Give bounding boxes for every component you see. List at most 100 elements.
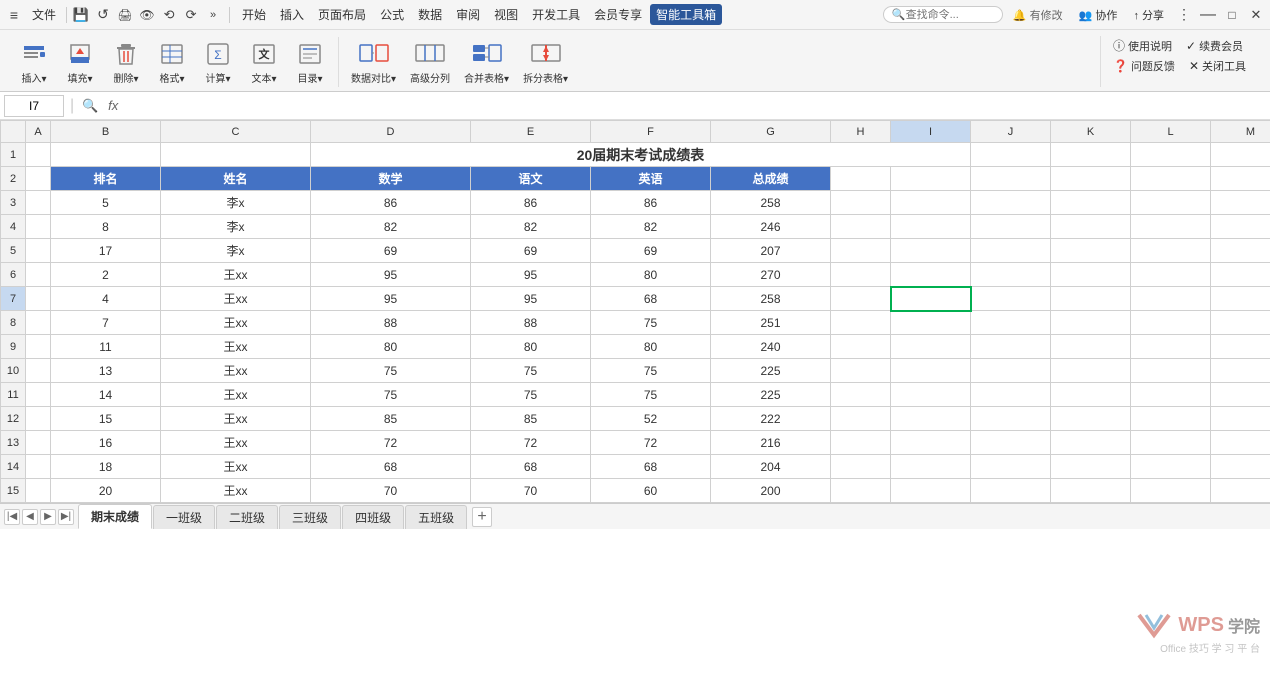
collaborate[interactable]: 👥 协作 (1073, 5, 1124, 25)
row-12-header[interactable]: 12 (1, 407, 26, 431)
search-input[interactable] (906, 9, 986, 21)
row-2-header[interactable]: 2 (1, 167, 26, 191)
maximize-icon[interactable]: □ (1222, 5, 1242, 25)
cell-H2[interactable] (831, 167, 891, 191)
tab-class1[interactable]: 一班级 (153, 505, 215, 529)
col-M[interactable]: M (1211, 121, 1270, 143)
undo2-icon[interactable]: ⟲ (159, 5, 179, 25)
cell-D2[interactable]: 数学 (311, 167, 471, 191)
cell-K2[interactable] (1051, 167, 1131, 191)
ribbon-merge-btn[interactable]: 合并表格▾ (458, 36, 515, 87)
close-icon[interactable]: ✕ (1246, 5, 1266, 25)
cell-L1[interactable] (1131, 143, 1211, 167)
col-D[interactable]: D (311, 121, 471, 143)
cell-B2[interactable]: 排名 (51, 167, 161, 191)
tab-next-btn[interactable]: ▶ (40, 509, 56, 525)
menu-review[interactable]: 审阅 (450, 4, 486, 25)
menu-insert[interactable]: 插入 (274, 4, 310, 25)
cell-M1[interactable] (1211, 143, 1270, 167)
menu-file[interactable]: 文件 (26, 4, 62, 25)
col-K[interactable]: K (1051, 121, 1131, 143)
ribbon-split-btn[interactable]: 拆分表格▾ (517, 36, 574, 87)
row-11-header[interactable]: 11 (1, 383, 26, 407)
usage-btn[interactable]: ⓘ 使用说明 (1109, 36, 1176, 55)
renew-btn[interactable]: ✓ 续费会员 (1182, 37, 1247, 55)
tab-class5[interactable]: 五班级 (405, 505, 467, 529)
tab-class4[interactable]: 四班级 (342, 505, 404, 529)
selected-cell-I7[interactable] (891, 287, 971, 311)
row-7-header[interactable]: 7 (1, 287, 26, 311)
cell-reference[interactable]: I7 (4, 95, 64, 117)
close-tool-btn[interactable]: ✕ 关闭工具 (1185, 57, 1250, 75)
tab-final-grades[interactable]: 期末成绩 (78, 504, 152, 529)
cell-K1[interactable] (1051, 143, 1131, 167)
minimize-icon[interactable]: — (1198, 5, 1218, 25)
tab-class2[interactable]: 二班级 (216, 505, 278, 529)
add-sheet-btn[interactable]: + (472, 507, 492, 527)
hamburger-icon[interactable]: ≡ (4, 5, 24, 25)
row-5-header[interactable]: 5 (1, 239, 26, 263)
tab-last-btn[interactable]: ▶| (58, 509, 74, 525)
row-9-header[interactable]: 9 (1, 335, 26, 359)
cell-J2[interactable] (971, 167, 1051, 191)
col-H[interactable]: H (831, 121, 891, 143)
ribbon-splitcol-btn[interactable]: 高级分列 (404, 36, 456, 87)
formula-input[interactable] (126, 95, 1266, 117)
menu-vip[interactable]: 会员专享 (588, 4, 648, 25)
cell-A2[interactable] (26, 167, 51, 191)
row-3-header[interactable]: 3 (1, 191, 26, 215)
cell-F2[interactable]: 英语 (591, 167, 711, 191)
cell-A1[interactable] (26, 143, 51, 167)
preview-icon[interactable]: 👁 (137, 5, 157, 25)
search-bar[interactable]: 🔍 (883, 6, 1003, 23)
cell-L2[interactable] (1131, 167, 1211, 191)
menu-start[interactable]: 开始 (236, 4, 272, 25)
row-6-header[interactable]: 6 (1, 263, 26, 287)
more-options-icon[interactable]: ⋮ (1174, 5, 1194, 25)
ribbon-fill-btn[interactable]: 填充▾ (58, 36, 102, 87)
tab-prev-btn[interactable]: ◀ (22, 509, 38, 525)
tab-first-btn[interactable]: |◀ (4, 509, 20, 525)
row-13-header[interactable]: 13 (1, 431, 26, 455)
share[interactable]: ↑ 分享 (1127, 5, 1170, 25)
col-E[interactable]: E (471, 121, 591, 143)
menu-view[interactable]: 视图 (488, 4, 524, 25)
ribbon-calc-btn[interactable]: Σ 计算▾ (196, 36, 240, 87)
feedback-btn[interactable]: ❓ 问题反馈 (1109, 57, 1179, 75)
row-8-header[interactable]: 8 (1, 311, 26, 335)
has-changes[interactable]: 🔔 有修改 (1007, 5, 1069, 25)
grid-scroll[interactable]: A B C D E F G H I J K L M N 1 (0, 120, 1270, 503)
cell-C1[interactable] (161, 143, 311, 167)
col-I[interactable]: I (891, 121, 971, 143)
row-15-header[interactable]: 15 (1, 479, 26, 503)
col-L[interactable]: L (1131, 121, 1211, 143)
ribbon-toc-btn[interactable]: 目录▾ (288, 36, 332, 87)
more-icon[interactable]: » (203, 5, 223, 25)
col-F[interactable]: F (591, 121, 711, 143)
menu-data[interactable]: 数据 (412, 4, 448, 25)
undo-icon[interactable]: ↺ (93, 5, 113, 25)
col-J[interactable]: J (971, 121, 1051, 143)
cell-E2[interactable]: 语文 (471, 167, 591, 191)
row-4-header[interactable]: 4 (1, 215, 26, 239)
cell-J1[interactable] (971, 143, 1051, 167)
cell-B1[interactable] (51, 143, 161, 167)
menu-formula[interactable]: 公式 (374, 4, 410, 25)
col-G[interactable]: G (711, 121, 831, 143)
row-10-header[interactable]: 10 (1, 359, 26, 383)
cell-D1[interactable]: 20届期末考试成绩表 (311, 143, 971, 167)
cell-C2[interactable]: 姓名 (161, 167, 311, 191)
tab-class3[interactable]: 三班级 (279, 505, 341, 529)
print-icon[interactable]: 🖨 (115, 5, 135, 25)
col-A[interactable]: A (26, 121, 51, 143)
menu-dev[interactable]: 开发工具 (526, 4, 586, 25)
cell-M2[interactable] (1211, 167, 1270, 191)
cell-G2[interactable]: 总成绩 (711, 167, 831, 191)
menu-layout[interactable]: 页面布局 (312, 4, 372, 25)
ribbon-text-btn[interactable]: 文 文本▾ (242, 36, 286, 87)
menu-smart[interactable]: 智能工具箱 (650, 4, 722, 25)
ribbon-format-btn[interactable]: 格式▾ (150, 36, 194, 87)
row-1-header[interactable]: 1 (1, 143, 26, 167)
zoom-icon[interactable]: 🔍 (80, 96, 100, 116)
save-icon[interactable]: 💾 (71, 5, 91, 25)
